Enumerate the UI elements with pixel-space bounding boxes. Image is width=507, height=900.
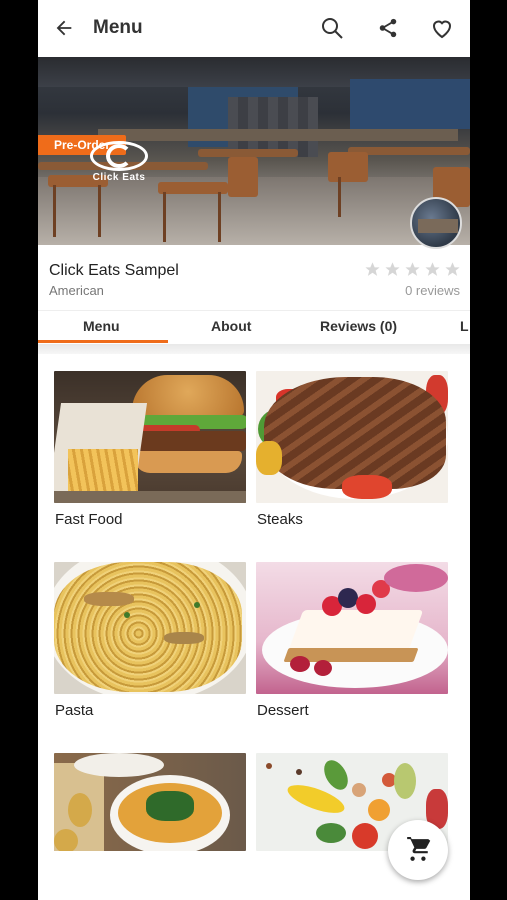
category-image — [54, 562, 246, 694]
category-image — [256, 562, 448, 694]
category-image — [256, 371, 448, 503]
star-icon — [425, 262, 440, 276]
star-icon — [365, 262, 380, 276]
star-icon — [405, 262, 420, 276]
share-icon — [379, 18, 397, 38]
search-button[interactable] — [318, 14, 346, 42]
restaurant-logo: Click Eats — [86, 141, 152, 187]
restaurant-avatar — [410, 197, 462, 249]
star-icon — [385, 262, 400, 276]
page-title: Menu — [93, 17, 143, 38]
app-bar: Menu — [38, 0, 470, 57]
rating-stars — [364, 261, 461, 278]
tab-bar: Menu About Reviews (0) L — [38, 310, 470, 344]
category-label: Dessert — [257, 702, 309, 719]
active-tab-indicator — [38, 340, 168, 343]
restaurant-info: Click Eats Sampel American 0 reviews — [38, 245, 470, 310]
heart-icon — [432, 20, 452, 39]
category-card-steaks[interactable]: Steaks — [256, 371, 448, 528]
star-icon — [445, 262, 460, 276]
restaurant-cuisine: American — [49, 283, 104, 298]
category-image — [54, 753, 246, 851]
tab-more[interactable]: L — [460, 318, 469, 334]
category-image — [54, 371, 246, 503]
tab-about[interactable]: About — [211, 318, 251, 334]
restaurant-name: Click Eats Sampel — [49, 262, 179, 279]
screen: Menu Pre-Order Click Eats Click Eats Sam… — [38, 0, 470, 900]
tab-menu[interactable]: Menu — [83, 318, 120, 334]
category-label: Steaks — [257, 511, 303, 528]
review-count: 0 reviews — [405, 283, 460, 298]
share-button[interactable] — [374, 14, 402, 42]
favorite-button[interactable] — [428, 14, 456, 42]
cart-icon — [407, 837, 431, 861]
search-icon — [322, 18, 343, 39]
category-card-soup[interactable] — [54, 753, 246, 851]
cart-button[interactable] — [388, 820, 448, 880]
category-label: Pasta — [55, 702, 94, 719]
category-label: Fast Food — [55, 511, 123, 528]
tab-reviews[interactable]: Reviews (0) — [320, 318, 397, 334]
restaurant-cover-image: Pre-Order Click Eats — [38, 57, 470, 245]
category-card-fast-food[interactable]: Fast Food — [54, 371, 246, 528]
category-card-pasta[interactable]: Pasta — [54, 562, 246, 719]
arrow-left-icon — [56, 20, 72, 36]
back-button[interactable] — [50, 14, 78, 42]
category-card-dessert[interactable]: Dessert — [256, 562, 448, 719]
